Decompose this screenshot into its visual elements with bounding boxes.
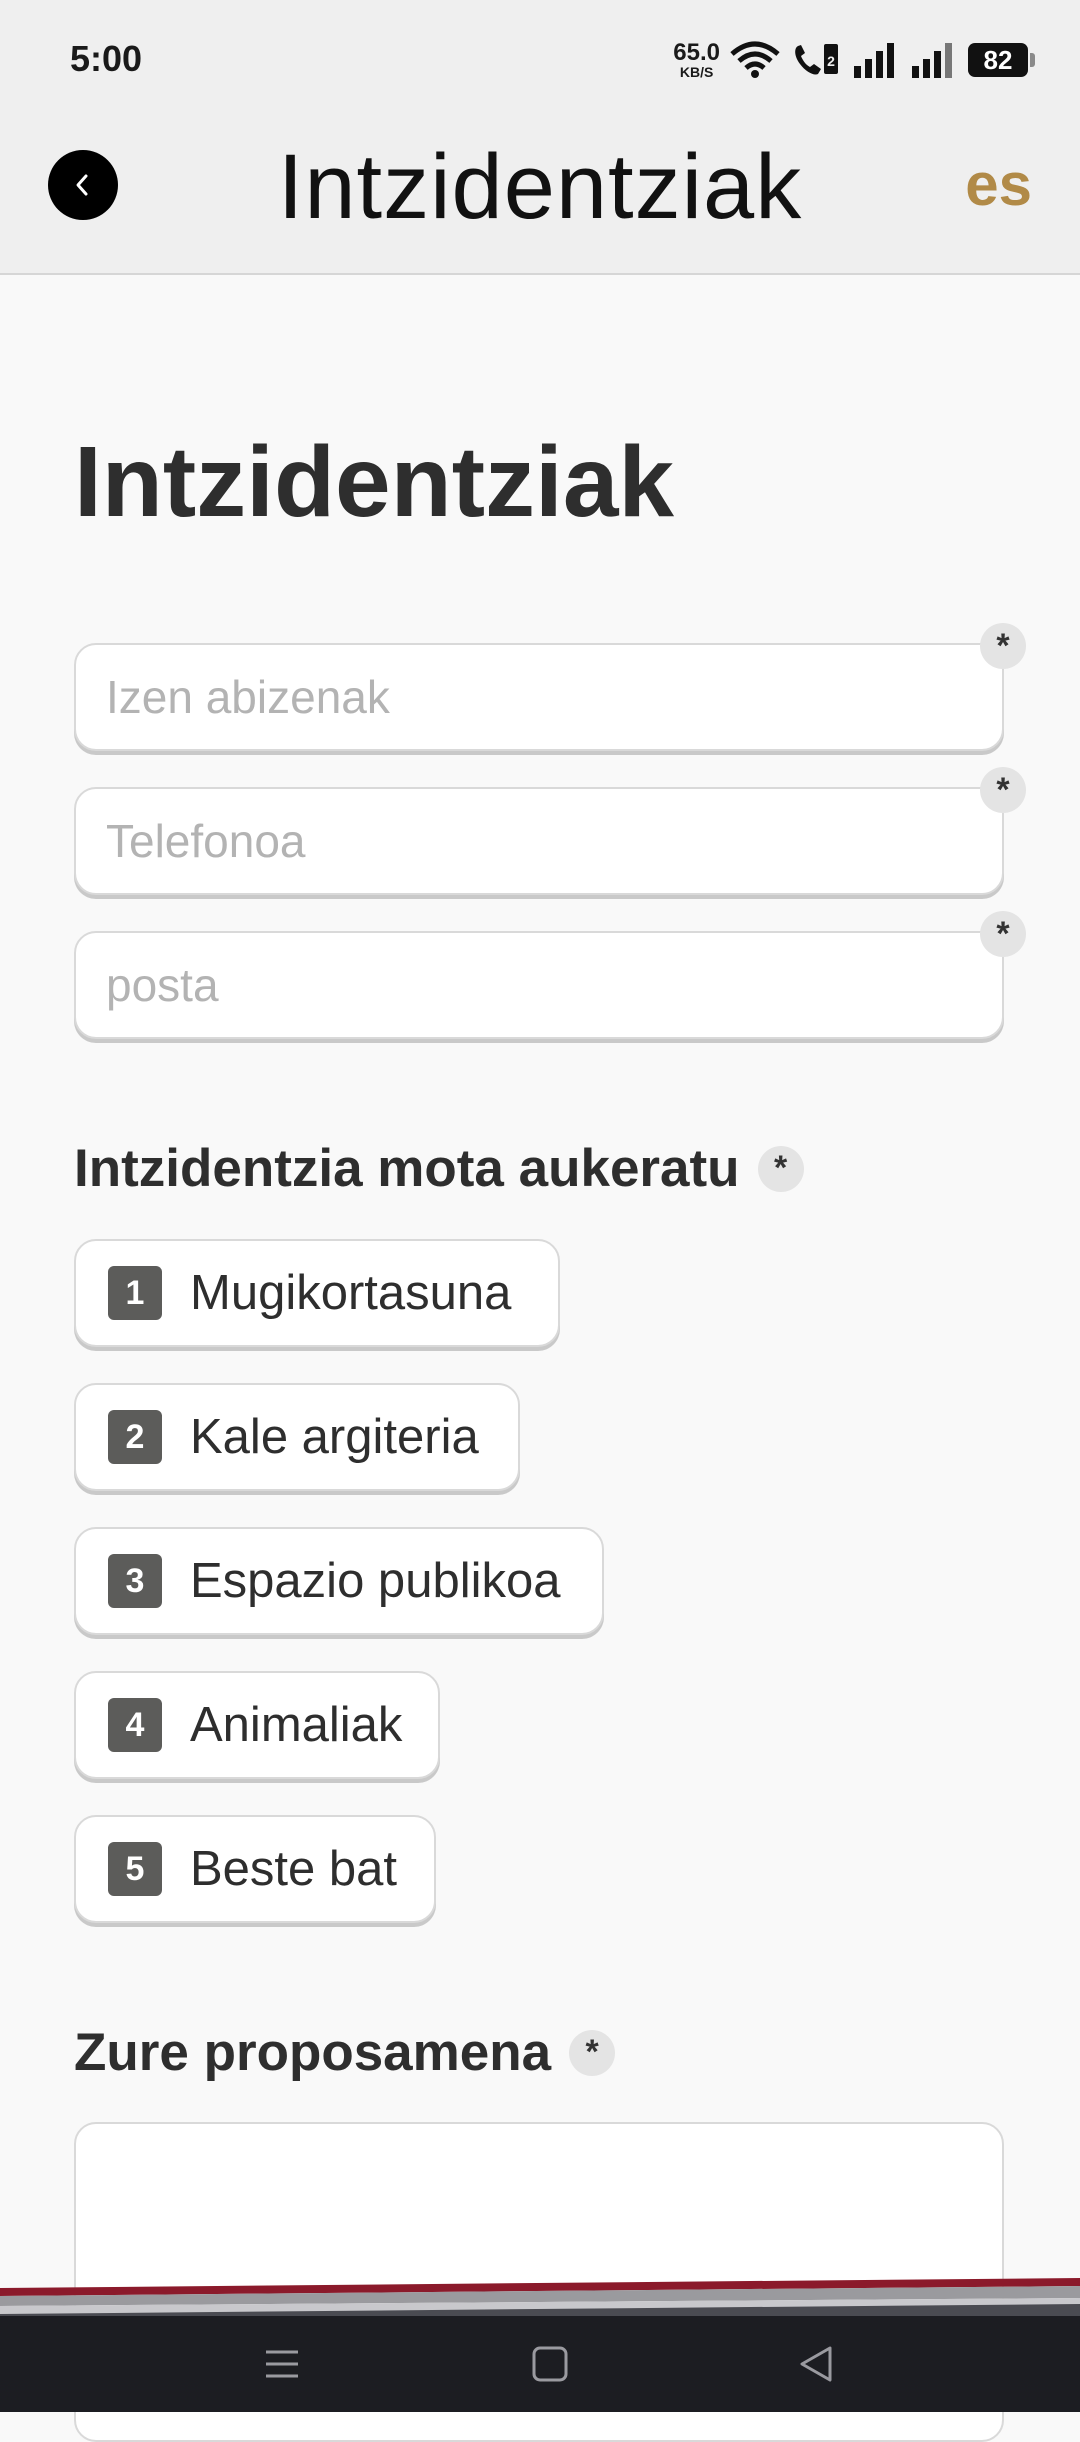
option-label: Mugikortasuna: [190, 1266, 512, 1320]
option-animaliak[interactable]: 4 Animaliak: [74, 1671, 440, 1779]
status-icons: 65.0 KB/S 2 82: [673, 36, 1035, 84]
name-field: *: [74, 623, 1026, 751]
system-nav-bar: [0, 2316, 1080, 2412]
phone-field: *: [74, 767, 1026, 895]
option-kale-argiteria[interactable]: 2 Kale argiteria: [74, 1383, 520, 1491]
required-marker: *: [980, 911, 1026, 957]
status-time: 5:00: [70, 38, 143, 79]
option-number: 5: [108, 1842, 162, 1896]
option-number: 3: [108, 1554, 162, 1608]
status-bar: 5:00 65.0 KB/S 2 82: [0, 0, 1080, 120]
incident-type-label-text: Intzidentzia mota aukeratu: [74, 1139, 740, 1198]
net-speed: 65.0 KB/S: [673, 39, 720, 80]
back-icon: [800, 2346, 832, 2382]
battery-indicator: 82: [968, 43, 1035, 77]
home-button[interactable]: [500, 2316, 600, 2412]
home-icon: [532, 2346, 568, 2382]
app-bar-title: Intzidentziak: [277, 136, 803, 238]
email-input[interactable]: [76, 933, 1002, 1037]
language-toggle[interactable]: es: [965, 150, 1032, 219]
signal-icon: [854, 43, 894, 78]
net-speed-unit: KB/S: [679, 64, 714, 80]
name-input[interactable]: [76, 645, 1002, 749]
menu-icon: [266, 2350, 298, 2378]
required-marker: *: [980, 767, 1026, 813]
option-beste-bat[interactable]: 5 Beste bat: [74, 1815, 436, 1923]
wifi-icon: [730, 41, 780, 78]
option-mugikortasuna[interactable]: 1 Mugikortasuna: [74, 1239, 560, 1347]
system-back-button[interactable]: [766, 2316, 866, 2412]
option-label: Animaliak: [190, 1698, 403, 1752]
email-field: *: [74, 911, 1026, 1039]
page-title: Intzidentziak: [74, 426, 675, 538]
volte-call-icon: 2: [795, 44, 838, 75]
option-label: Espazio publikoa: [190, 1554, 561, 1608]
required-marker: *: [569, 2029, 616, 2076]
option-label: Beste bat: [190, 1842, 398, 1896]
option-number: 1: [108, 1266, 162, 1320]
phone-input[interactable]: [76, 789, 1002, 893]
signal-icon: [912, 43, 952, 78]
app-bar: Intzidentziak es: [0, 120, 1080, 275]
recent-apps-button[interactable]: [232, 2316, 332, 2412]
incident-type-label: Intzidentzia mota aukeratu *: [74, 1138, 804, 1199]
proposal-label: Zure proposamena *: [74, 2022, 616, 2083]
svg-text:2: 2: [827, 53, 835, 69]
option-number: 2: [108, 1410, 162, 1464]
proposal-label-text: Zure proposamena: [74, 2023, 552, 2082]
net-speed-value: 65.0: [673, 39, 720, 66]
required-marker: *: [757, 1145, 804, 1192]
option-label: Kale argiteria: [190, 1410, 479, 1464]
option-espazio-publikoa[interactable]: 3 Espazio publikoa: [74, 1527, 604, 1635]
required-marker: *: [980, 623, 1026, 669]
option-number: 4: [108, 1698, 162, 1752]
